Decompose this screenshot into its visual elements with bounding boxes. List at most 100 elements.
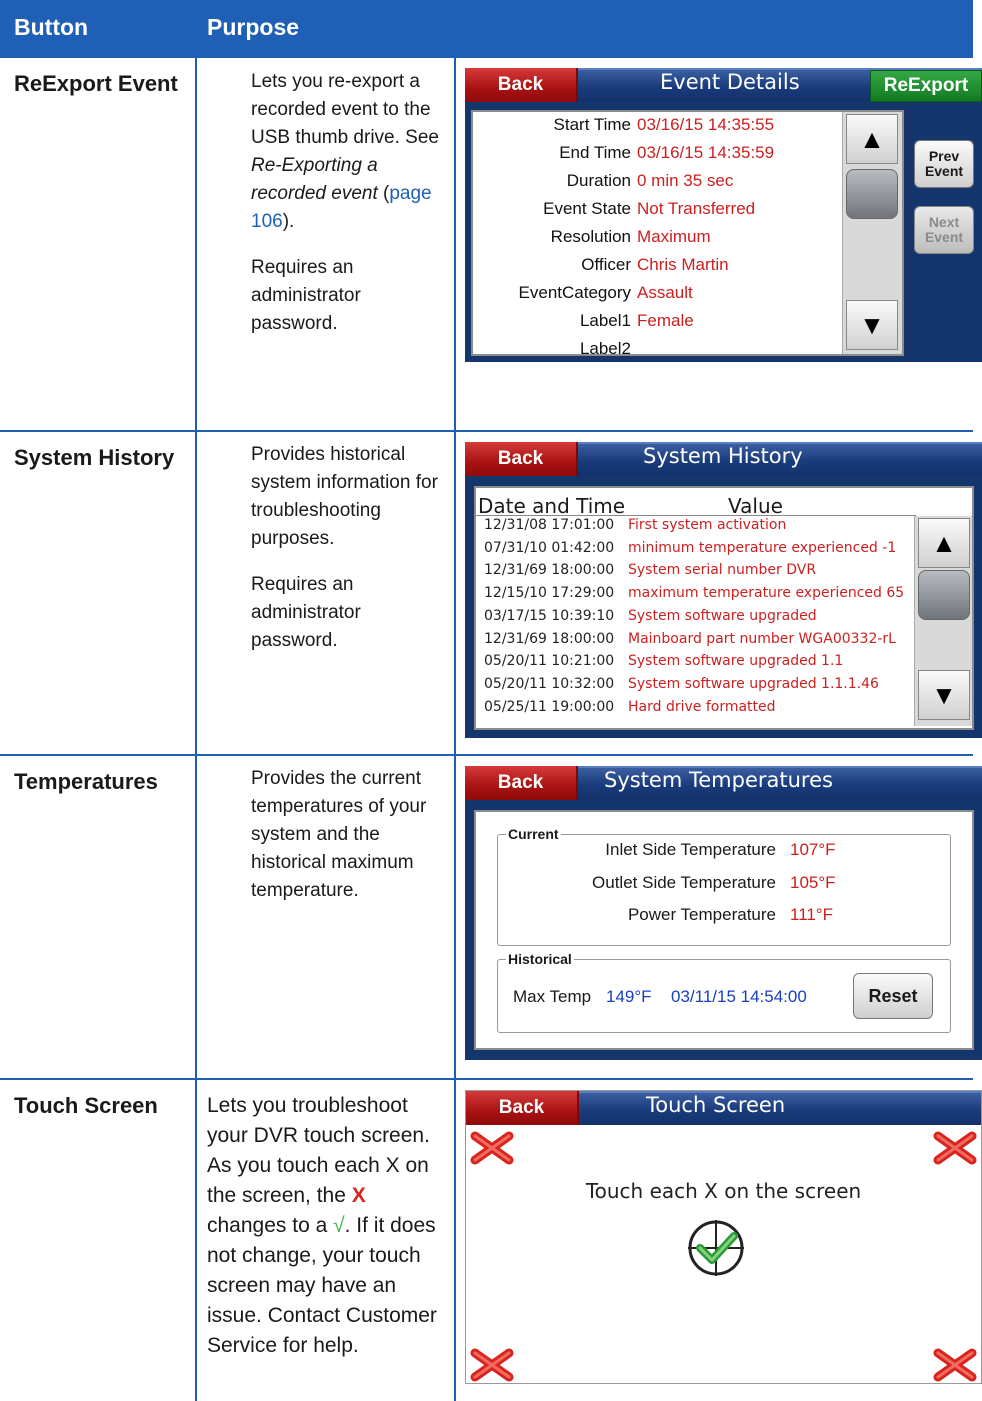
history-date: 05/20/11 10:32:00: [484, 675, 615, 692]
scroll-down-icon[interactable]: ▼: [846, 300, 898, 350]
header-divider: [476, 515, 916, 516]
column-header-purpose: Purpose: [207, 14, 300, 40]
event-field-value: Not Transferred: [637, 199, 756, 218]
prev-event-button[interactable]: Prev Event: [914, 140, 974, 188]
history-value: System software upgraded: [628, 607, 817, 624]
purpose-history-p1: Provides historical system information f…: [251, 444, 438, 549]
history-row[interactable]: 07/31/10 01:42:00 minimum temperature exp…: [484, 540, 914, 560]
temperature-label: Outlet Side Temperature: [592, 872, 776, 892]
crosshair-check-icon: [688, 1220, 744, 1276]
event-field-value: Female: [637, 311, 694, 330]
history-row[interactable]: 12/15/10 17:29:00 maximum temperature exp…: [484, 585, 914, 605]
max-temp-value: 149°F: [606, 987, 652, 1006]
event-field-value: 03/16/15 14:35:55: [637, 115, 775, 134]
event-field-value: 03/16/15 14:35:59: [637, 143, 775, 162]
scroll-down-icon[interactable]: ▼: [918, 670, 970, 720]
column-divider-1: [195, 58, 197, 1401]
scroll-up-icon[interactable]: ▲: [846, 114, 898, 164]
next-event-button[interactable]: Next Event: [914, 206, 974, 254]
history-date: 12/31/69 18:00:00: [484, 562, 615, 579]
reset-button[interactable]: Reset: [853, 973, 933, 1019]
history-row[interactable]: 12/31/69 18:00:00 Mainboard part number W…: [484, 631, 914, 651]
event-field-row: End Time 03/16/15 14:35:59: [473, 143, 843, 167]
event-field-row: Duration 0 min 35 sec: [473, 171, 843, 195]
prev-event-label: Prev Event: [924, 148, 964, 179]
button-name-reexport: ReExport Event: [14, 71, 178, 96]
temperature-value: 107°F: [790, 840, 836, 859]
temperature-value: 105°F: [790, 872, 836, 892]
event-field-label: Duration: [566, 171, 631, 190]
history-date: 12/31/69 18:00:00: [484, 630, 615, 647]
x-target-top-left-icon[interactable]: [469, 1130, 515, 1166]
history-row[interactable]: 12/31/69 18:00:00 System serial number DV…: [484, 562, 914, 582]
x-target-bottom-right-icon[interactable]: [932, 1347, 978, 1383]
temperature-label: Power Temperature: [627, 905, 776, 924]
screen-title: System Temperatures: [604, 768, 833, 792]
event-field-row: Officer Chris Martin: [473, 255, 843, 279]
history-row[interactable]: 05/20/11 10:32:00 System software upgrade…: [484, 676, 914, 696]
screen-title: Touch Screen: [646, 1093, 786, 1117]
purpose-touch-screen: Lets you troubleshoot your DVR touch scr…: [207, 1091, 447, 1361]
back-button[interactable]: Back: [465, 442, 578, 476]
purpose-text: (: [377, 183, 390, 204]
event-field-row: Label2: [473, 339, 843, 362]
event-field-row: EventCategory Assault: [473, 283, 843, 307]
temperature-label: Inlet Side Temperature: [605, 840, 776, 859]
max-temp-date: 03/11/15 14:54:00: [671, 987, 807, 1006]
temperature-value: 111°F: [790, 905, 834, 924]
event-field-label: Event State: [543, 199, 631, 218]
back-button[interactable]: Back: [465, 766, 578, 800]
temperature-row: Inlet Side Temperature 107°F: [498, 840, 938, 864]
event-field-label: Label2: [579, 339, 631, 358]
x-target-bottom-left-icon[interactable]: [469, 1347, 515, 1383]
next-event-label: Next Event: [924, 214, 964, 245]
touch-area[interactable]: Touch each X on the screen: [466, 1125, 981, 1383]
history-panel: Date and Time Value 12/31/08 17:01:00 Fir…: [474, 486, 974, 730]
purpose-emphasis: Re-Exporting a recorded event: [251, 155, 378, 204]
historical-group: Historical Max Temp 149°F 03/11/15 14:54…: [497, 951, 951, 1033]
column-header-button: Button: [14, 14, 89, 40]
purpose-text: changes to a: [207, 1214, 334, 1237]
history-row[interactable]: 12/31/08 17:01:00 First system activation: [484, 517, 914, 537]
history-date: 12/31/08 17:01:00: [484, 517, 615, 533]
history-row[interactable]: 05/25/11 19:00:00 Hard drive formatted: [484, 699, 914, 719]
purpose-temperatures: Provides the current temperatures of you…: [251, 765, 441, 923]
row-divider-1: [0, 430, 973, 432]
event-field-row: Start Time 03/16/15 14:35:55: [473, 115, 843, 139]
event-fields-panel: Start Time 03/16/15 14:35:55 End Time 03/16…: [471, 110, 904, 358]
event-field-row: Label1 Female: [473, 311, 843, 335]
purpose-text: Lets you re-export a recorded event to t…: [251, 71, 439, 148]
scroll-thumb[interactable]: [918, 570, 970, 620]
history-value: Mainboard part number WGA00332-rL: [628, 630, 896, 647]
row-divider-2: [0, 754, 973, 756]
back-button[interactable]: Back: [466, 1091, 579, 1125]
x-target-top-right-icon[interactable]: [932, 1130, 978, 1166]
touch-instruction: Touch each X on the screen: [585, 1179, 862, 1203]
max-temp-label: Max Temp: [513, 987, 592, 1006]
back-button[interactable]: Back: [465, 68, 578, 102]
scrollbar[interactable]: ▲ ▼: [842, 112, 902, 354]
red-x-glyph: X: [351, 1184, 366, 1207]
history-date: 05/20/11 10:21:00: [484, 653, 615, 670]
system-temperatures-screenshot: Back System Temperatures Current Inlet S…: [465, 766, 982, 1060]
button-name-touch-screen: Touch Screen: [14, 1093, 158, 1118]
button-name-temperatures: Temperatures: [14, 769, 158, 794]
history-value: System serial number DVR: [628, 562, 817, 579]
purpose-reexport-p1: Lets you re-export a recorded event to t…: [251, 68, 441, 236]
reexport-button[interactable]: ReExport: [870, 70, 982, 102]
event-field-value: Maximum: [637, 227, 711, 246]
temperature-row: Outlet Side Temperature 105°F: [498, 873, 938, 897]
event-field-row: Resolution Maximum: [473, 227, 843, 251]
event-field-value: Assault: [637, 283, 693, 302]
purpose-reexport: Lets you re-export a recorded event to t…: [251, 68, 441, 356]
scroll-thumb[interactable]: [846, 169, 898, 219]
scrollbar[interactable]: ▲ ▼: [914, 516, 972, 726]
scroll-up-icon[interactable]: ▲: [918, 518, 970, 568]
check-glyph: √: [333, 1214, 345, 1237]
history-value: minimum temperature experienced -1: [628, 539, 897, 556]
history-row[interactable]: 03/17/15 10:39:10 System software upgrade…: [484, 608, 914, 628]
button-name-history: System History: [14, 445, 175, 470]
history-row[interactable]: 05/20/11 10:21:00 System software upgrade…: [484, 653, 914, 673]
column-divider-2: [454, 58, 456, 1401]
temperatures-panel: Current Inlet Side Temperature 107°F Outle…: [474, 810, 974, 1050]
